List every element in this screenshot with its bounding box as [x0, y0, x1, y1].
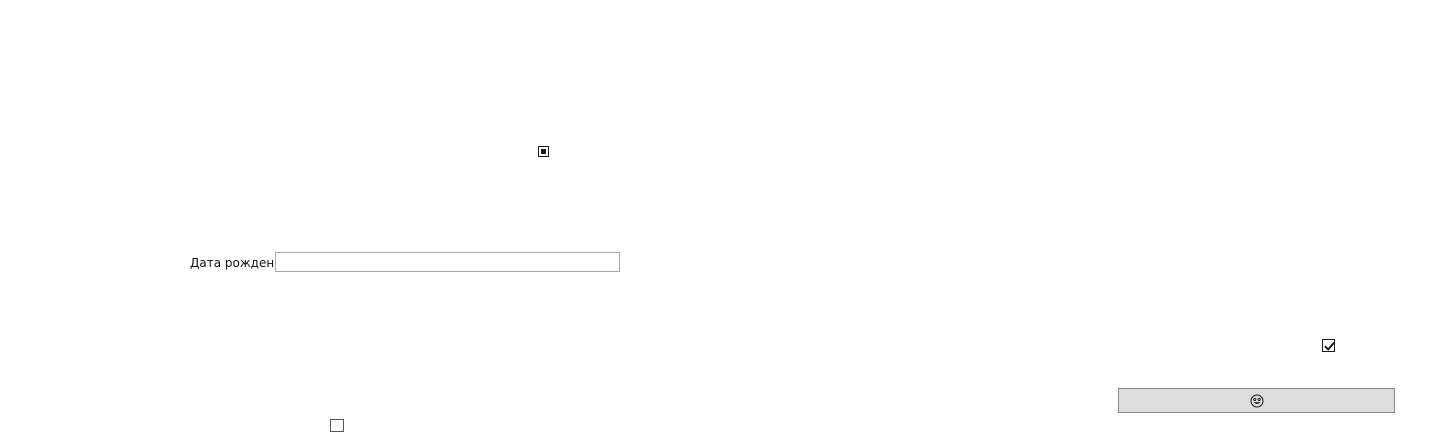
birth-date-input[interactable]: [275, 252, 620, 272]
smiley-face-icon: [1250, 394, 1263, 407]
indeterminate-mark: [541, 149, 546, 154]
checked-checkbox[interactable]: [1322, 339, 1335, 352]
unchecked-checkbox[interactable]: [330, 419, 344, 432]
indeterminate-checkbox[interactable]: [538, 146, 549, 157]
emoji-button[interactable]: [1118, 388, 1395, 413]
checkmark-icon: [1324, 341, 1335, 351]
form-canvas: Дата рождения: [0, 0, 1449, 438]
